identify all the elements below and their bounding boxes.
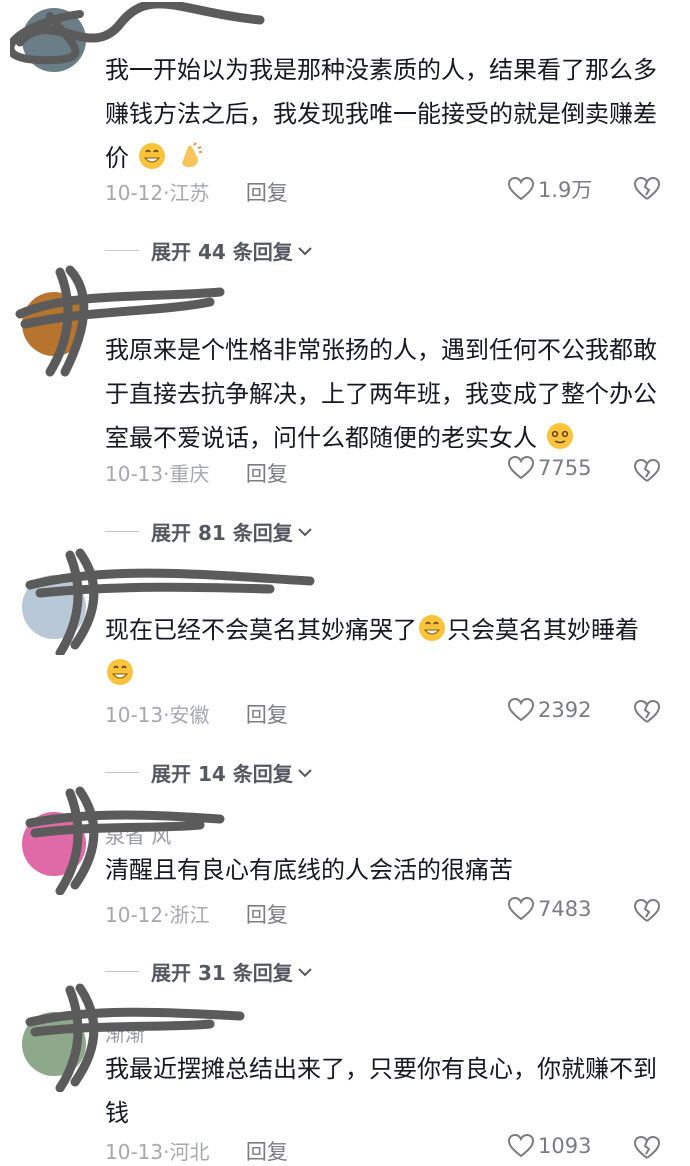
like-button[interactable]: 1.9万 [508,174,592,204]
broken-heart-icon[interactable] [634,899,660,923]
divider-line [105,531,139,532]
broken-heart-icon[interactable] [634,1136,660,1160]
like-count: 1093 [538,1134,592,1158]
heart-icon [508,897,534,921]
comment-location: 江苏 [169,181,210,205]
chevron-down-icon [298,967,312,976]
comment-location: 重庆 [169,462,210,486]
comment-date: 10-13 [105,1140,164,1164]
divider-line [105,772,139,773]
comment-text: 我最近摆摊总结出来了，只要你有良心，你就赚不到钱 [105,1055,657,1127]
reply-button[interactable]: 回复 [246,462,288,486]
avatar[interactable] [22,8,86,72]
comment-date: 10-12 [105,903,164,927]
like-button[interactable]: 7755 [508,456,591,480]
divider-line [105,971,139,972]
avatar[interactable] [22,1012,86,1076]
blush-emoji-icon [546,423,573,449]
comment-date: 10-13 [105,462,164,486]
reply-button[interactable]: 回复 [246,703,288,727]
avatar[interactable] [22,812,86,876]
comment-text: 我原来是个性格非常张扬的人，遇到任何不公我都敢于直接去抗争解决，上了两年班，我变… [105,336,657,452]
grin-emoji-icon [138,143,165,169]
expand-replies-button[interactable]: 展开 14 条回复 [105,758,313,787]
like-button[interactable]: 2392 [508,698,591,722]
chevron-down-icon [298,527,312,536]
expand-replies-button[interactable]: 展开 81 条回复 [105,517,313,546]
comment-date: 10-13 [105,703,164,727]
comment-meta: 10-13·安徽 回复 [105,703,288,727]
expand-replies-button[interactable]: 展开 31 条回复 [105,957,313,986]
comment-location: 河北 [169,1140,210,1164]
heart-icon [508,698,534,722]
comment-location: 浙江 [169,903,210,927]
expand-replies-button[interactable]: 展开 44 条回复 [105,236,313,265]
avatar[interactable] [22,575,86,639]
like-count: 2392 [538,698,592,722]
reply-button[interactable]: 回复 [246,1140,288,1164]
comment-meta: 10-12·浙江 回复 [105,903,288,927]
heart-icon [508,177,534,201]
divider-line [105,250,139,251]
comment-text: 现在已经不会莫名其妙痛哭了 只会莫名其妙睡着 [105,608,665,696]
clap-emoji-icon [182,142,203,167]
grin-emoji-icon [107,659,133,685]
like-count: 7755 [538,456,592,480]
broken-heart-icon[interactable] [634,177,660,201]
heart-icon [508,1134,534,1158]
broken-heart-icon[interactable] [634,700,660,724]
username[interactable]: 泉省 风 [105,820,171,849]
heart-icon [508,456,534,480]
comment-meta: 10-13·重庆 回复 [105,462,288,486]
avatar[interactable] [22,292,86,356]
chevron-down-icon [298,768,312,777]
comment-text: 我一开始以为我是那种没素质的人，结果看了那么多赚钱方法之后，我发现我唯一能接受的… [105,56,657,172]
reply-button[interactable]: 回复 [246,181,288,205]
comment-meta: 10-13·河北 回复 [105,1140,288,1164]
like-button[interactable]: 1093 [508,1134,591,1158]
like-count: 1.9万 [538,178,593,202]
comment-location: 安徽 [169,703,210,727]
like-button[interactable]: 7483 [508,897,591,921]
like-count: 7483 [538,897,592,921]
username[interactable]: 渐渐 [105,1018,145,1047]
comment-text: 清醒且有良心有底线的人会活的很痛苦 [105,856,513,884]
comment-date: 10-12 [105,181,164,205]
broken-heart-icon[interactable] [634,459,660,483]
grin-emoji-icon [419,615,445,641]
reply-button[interactable]: 回复 [246,903,288,927]
comment-meta: 10-12·江苏 回复 [105,181,288,205]
chevron-down-icon [298,246,312,255]
